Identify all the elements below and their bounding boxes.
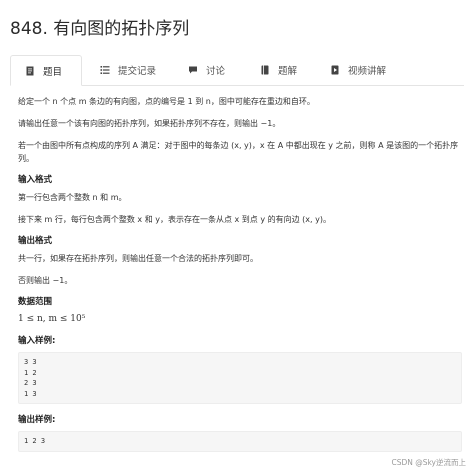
list-icon: [100, 65, 110, 75]
document-icon: [25, 66, 35, 76]
output-format-title: 输出格式: [18, 236, 53, 246]
problem-content: 给定一个 n 个点 m 条边的有向图，点的编号是 1 到 n，图中可能存在重边和…: [18, 95, 464, 462]
data-range-text: 1 ≤ n, m ≤ 10⁵: [18, 314, 86, 324]
tab-video[interactable]: 视频讲解: [330, 55, 386, 85]
watermark: CSDN @Sky逆流而上: [391, 458, 466, 467]
tab-label: 题目: [43, 66, 63, 78]
tab-discussion[interactable]: 讨论: [188, 55, 225, 85]
book-icon: [260, 65, 270, 75]
chat-icon: [188, 65, 198, 75]
tab-label: 视频讲解: [348, 66, 387, 77]
tab-label: 题解: [278, 66, 298, 77]
sample-input-title: 输入样例:: [18, 336, 56, 346]
data-range-title: 数据范围: [18, 297, 53, 307]
sample-input-line: 2 3: [24, 379, 37, 387]
sample-output-line: 1 2 3: [24, 437, 46, 445]
sample-output-title: 输出样例:: [18, 415, 56, 425]
sample-output-box: 1 2 3: [18, 431, 462, 452]
sample-input-box: 3 3 1 2 2 3 1 3: [18, 352, 462, 404]
tab-problem[interactable]: 题目: [10, 55, 82, 86]
problem-description-3: 若一个由图中所有点构成的序列 A 满足：对于图中的每条边 (x, y)，x 在 …: [18, 141, 459, 163]
sample-input-line: 3 3: [24, 358, 37, 366]
input-format-title: 输入格式: [18, 175, 53, 185]
output-format-line-1: 共一行，如果存在拓扑序列，则输出任意一个合法的拓扑序列即可。: [18, 254, 258, 263]
tab-submissions[interactable]: 提交记录: [100, 55, 156, 85]
input-format-line-1: 第一行包含两个整数 n 和 m。: [18, 193, 127, 202]
tab-label: 讨论: [206, 66, 226, 77]
problem-description-2: 请输出任意一个该有向图的拓扑序列，如果拓扑序列不存在，则输出 −1。: [18, 119, 281, 128]
tab-solutions[interactable]: 题解: [260, 55, 297, 85]
tab-bar: 题目 提交记录 讨论 题解 视频讲解: [10, 55, 464, 86]
page-title: 848. 有向图的拓扑序列: [10, 19, 190, 39]
video-icon: [330, 65, 340, 75]
problem-description-1: 给定一个 n 个点 m 条边的有向图，点的编号是 1 到 n，图中可能存在重边和…: [18, 97, 315, 106]
output-format-line-2: 否则输出 −1。: [18, 276, 73, 285]
sample-input-line: 1 3: [24, 389, 37, 398]
tab-label: 提交记录: [118, 66, 157, 77]
sample-input-line: 1 2: [24, 368, 37, 377]
input-format-line-2: 接下来 m 行，每行包含两个整数 x 和 y，表示存在一条从点 x 到点 y 的…: [18, 215, 331, 224]
